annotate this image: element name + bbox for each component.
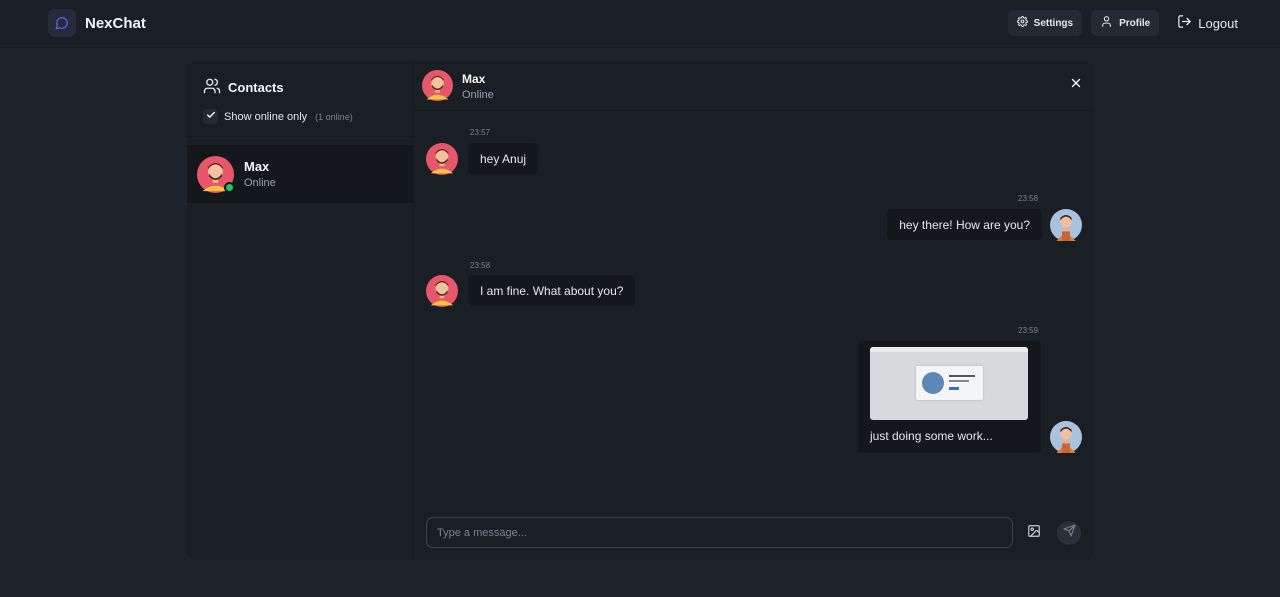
message-time: 23:58 [1018,194,1039,203]
logout-label: Logout [1198,15,1238,31]
online-only-checkbox[interactable] [203,109,218,124]
close-chat-button[interactable] [1068,77,1084,93]
avatar [1050,421,1082,458]
avatar [426,143,458,180]
message-bubble: hey Anuj [468,143,539,174]
users-icon [203,77,221,98]
contact-name: Max [244,159,270,174]
contacts-sidebar: Contacts Show online only (1 online) Max… [187,61,414,560]
settings-button[interactable]: Settings [1007,10,1083,36]
send-icon [1063,524,1076,542]
sidebar-header: Contacts Show online only (1 online) [187,61,413,137]
avatar [1050,209,1082,246]
message-bubble: hey there! How are you? [887,209,1042,240]
avatar [422,70,453,106]
message-time: 23:57 [470,128,491,137]
image-caption: just doing some work... [870,429,993,443]
avatar [197,155,235,193]
profile-button[interactable]: Profile [1091,10,1160,36]
message-time: 23:58 [470,261,491,270]
online-count: (1 online) [315,111,353,122]
message-bubble: I am fine. What about you? [468,275,636,306]
message-input-wrapper [426,517,1013,548]
chat-contact-name: Max [462,72,486,86]
message-time: 23:59 [1018,326,1039,335]
settings-label: Settings [1033,17,1074,29]
image-icon [1027,524,1041,543]
logout-icon [1177,14,1192,32]
profile-label: Profile [1119,17,1151,29]
check-icon [206,110,216,123]
chat-bubble-icon [48,9,76,37]
image-message-bubble: just doing some work... [858,341,1041,453]
user-icon [1100,15,1113,31]
attached-image[interactable] [870,347,1028,420]
chat-container: Contacts Show online only (1 online) Max… [187,61,1094,560]
avatar [426,275,458,312]
message-input[interactable] [427,518,1012,547]
logout-button[interactable]: Logout [1168,10,1242,36]
chat-contact-status: Online [462,89,494,101]
online-status-dot [224,181,235,193]
top-navbar: NexChat Settings Profile Logout [0,0,1280,48]
gear-icon [1016,15,1028,30]
contact-status: Online [244,177,276,189]
app-name: NexChat [85,14,146,32]
chat-header: Max Online [414,61,1094,111]
attach-image-button[interactable] [1022,521,1046,545]
contacts-title: Contacts [228,80,284,95]
contact-item[interactable]: Max Online [187,145,413,203]
brand[interactable]: NexChat [48,9,146,37]
send-button[interactable] [1057,521,1081,545]
chat-panel: Max Online 23:57 hey Anuj 23:58 hey ther [414,61,1094,560]
online-only-label[interactable]: Show online only [224,111,307,123]
close-icon [1069,76,1083,95]
